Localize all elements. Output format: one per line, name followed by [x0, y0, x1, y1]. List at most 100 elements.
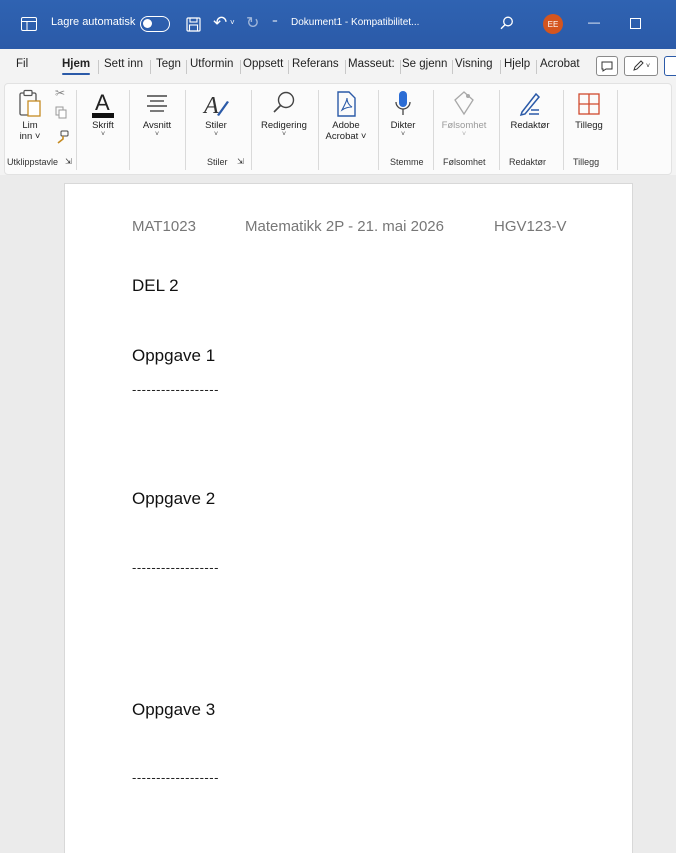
chevron-down-icon: ˅	[100, 131, 106, 138]
tab-separator	[98, 60, 99, 74]
clipboard-icon	[17, 88, 43, 120]
tab-view[interactable]: Visning	[455, 58, 493, 70]
svg-text:A: A	[95, 90, 110, 115]
task-2-answer-line[interactable]: ------------------	[132, 560, 219, 575]
minimize-icon[interactable]: —	[588, 15, 600, 29]
editing-button[interactable]: Redigering ˅	[257, 88, 311, 139]
tab-separator	[500, 60, 501, 74]
group-separator	[251, 90, 252, 170]
svg-text:A: A	[202, 93, 219, 119]
chevron-down-icon: ˅	[154, 131, 160, 138]
tab-references[interactable]: Referans	[292, 58, 339, 70]
account-avatar[interactable]: EE	[543, 14, 563, 34]
tab-separator	[452, 60, 453, 74]
sensitivity-label-icon	[452, 88, 476, 120]
tab-separator	[186, 60, 187, 74]
document-title[interactable]: Dokument1 - Kompatibilitet...	[291, 17, 419, 28]
header-course-code[interactable]: MAT1023	[132, 218, 196, 235]
group-label-voice: Stemme	[390, 157, 424, 167]
autosave-toggle[interactable]	[140, 16, 170, 32]
styles-button[interactable]: A Stiler ˅	[197, 88, 235, 139]
part-heading[interactable]: DEL 2	[132, 276, 179, 296]
microphone-icon	[393, 88, 413, 120]
sensitivity-button[interactable]: Følsomhet ˅	[437, 88, 491, 139]
comment-icon	[601, 61, 613, 72]
tab-layout[interactable]: Oppsett	[243, 58, 283, 70]
group-label-styles: Stiler	[207, 157, 228, 167]
title-bar: Lagre automatisk ↶ ˅ ↻ ⁼ Dokument1 - Kom…	[0, 0, 676, 49]
chevron-down-icon: ˅	[461, 131, 467, 138]
group-separator	[76, 90, 77, 170]
undo-icon[interactable]: ↶	[213, 13, 227, 33]
save-icon[interactable]	[184, 15, 202, 33]
redo-icon[interactable]: ↻	[246, 13, 259, 33]
dictate-button[interactable]: Dikter ˅	[385, 88, 421, 139]
customize-toolbar-icon[interactable]: ⁼	[272, 16, 278, 29]
chevron-down-icon: ˅	[400, 131, 406, 138]
group-label-clipboard: Utklippstavle	[7, 157, 59, 167]
group-separator	[563, 90, 564, 170]
font-color-icon: A	[90, 88, 116, 120]
group-separator	[499, 90, 500, 170]
ribbon: Lim inn ˅ ✂ A Skrift ˅ Avsnitt ˅ A Stile…	[4, 83, 672, 175]
tab-separator	[345, 60, 346, 74]
format-painter-icon[interactable]	[55, 130, 69, 144]
chevron-down-icon: ˅	[645, 62, 651, 70]
cut-icon[interactable]: ✂	[55, 86, 65, 100]
font-button[interactable]: A Skrift ˅	[83, 88, 123, 139]
maximize-icon[interactable]	[629, 17, 641, 29]
acrobat-pdf-icon	[334, 88, 358, 120]
header-school-code[interactable]: HGV123-V	[494, 218, 567, 235]
share-button[interactable]	[664, 56, 676, 76]
editor-button[interactable]: Redaktør	[505, 88, 555, 131]
copy-icon[interactable]	[55, 106, 67, 119]
undo-dropdown-chevron-icon[interactable]: ˅	[230, 18, 235, 27]
paragraph-button[interactable]: Avsnitt ˅	[135, 88, 179, 139]
editing-mode-button[interactable]: ˅	[624, 56, 658, 76]
tab-separator	[150, 60, 151, 74]
addins-button[interactable]: Tillegg	[567, 88, 611, 131]
task-2-title[interactable]: Oppgave 2	[132, 489, 215, 509]
group-label-addins: Tillegg	[573, 157, 600, 167]
task-3-answer-line[interactable]: ------------------	[132, 770, 219, 785]
tab-separator	[240, 60, 241, 74]
paste-button[interactable]: Lim inn ˅	[9, 88, 51, 142]
search-icon[interactable]	[498, 14, 516, 32]
task-1-title[interactable]: Oppgave 1	[132, 346, 215, 366]
tab-review[interactable]: Se gjenn	[402, 58, 447, 70]
group-separator	[129, 90, 130, 170]
ribbon-tabs: Fil Hjem Sett inn Tegn Utformin Oppsett …	[0, 49, 676, 83]
tab-insert[interactable]: Sett inn	[104, 58, 143, 70]
tab-draw[interactable]: Tegn	[156, 58, 181, 70]
dialog-launcher-icon[interactable]: ⇲	[237, 157, 244, 166]
tab-mailings[interactable]: Masseut:	[348, 58, 395, 70]
word-app-icon[interactable]	[20, 16, 38, 32]
group-separator	[318, 90, 319, 170]
task-3-title[interactable]: Oppgave 3	[132, 700, 215, 720]
tab-file[interactable]: Fil	[16, 58, 28, 70]
adobe-acrobat-button[interactable]: Adobe Acrobat ˅	[323, 88, 369, 142]
dialog-launcher-icon[interactable]: ⇲	[65, 157, 72, 166]
header-exam-title[interactable]: Matematikk 2P - 21. mai 2026	[245, 218, 444, 235]
paragraph-align-icon	[144, 88, 170, 120]
find-magnifier-icon	[271, 88, 297, 120]
tab-separator	[400, 60, 401, 74]
comments-button[interactable]	[596, 56, 618, 76]
addins-grid-icon	[577, 88, 601, 120]
tab-design[interactable]: Utformin	[190, 58, 233, 70]
group-separator	[378, 90, 379, 170]
tab-help[interactable]: Hjelp	[504, 58, 530, 70]
group-separator	[433, 90, 434, 170]
group-separator	[617, 90, 618, 170]
group-separator	[185, 90, 186, 170]
editor-pen-icon	[517, 88, 543, 120]
tab-home[interactable]: Hjem	[62, 58, 91, 75]
pencil-icon	[633, 60, 644, 71]
tab-acrobat[interactable]: Acrobat	[540, 58, 580, 70]
tab-separator	[536, 60, 537, 74]
task-1-answer-line[interactable]: ------------------	[132, 382, 219, 397]
chevron-down-icon: ˅	[213, 131, 219, 138]
tab-separator	[288, 60, 289, 74]
group-label-editor: Redaktør	[509, 157, 547, 167]
styles-icon: A	[202, 88, 230, 120]
